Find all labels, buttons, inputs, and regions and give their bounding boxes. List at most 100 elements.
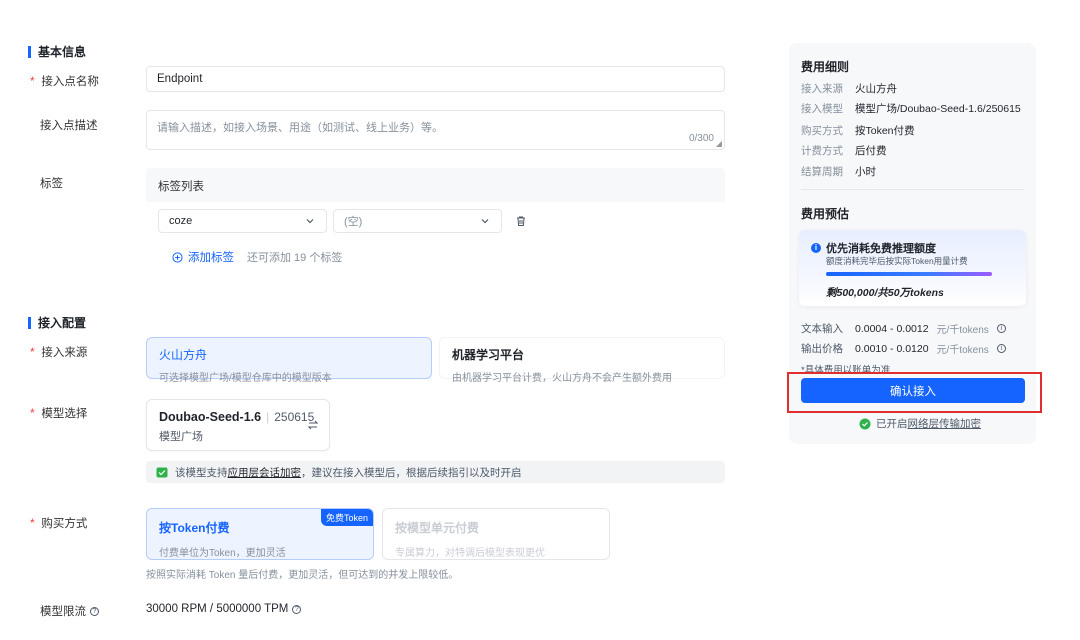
panel-divider <box>801 189 1024 190</box>
fee-row-key: 接入来源 <box>801 83 843 95</box>
info-icon[interactable]: i <box>996 324 1006 333</box>
model-source: 模型广场 <box>159 431 203 443</box>
highlight-box <box>787 372 1042 413</box>
endpoint-desc-label: 接入点描述 <box>40 120 98 132</box>
price-unit: 元/千tokens <box>936 325 989 336</box>
add-circle-icon[interactable] <box>172 251 183 263</box>
endpoint-name-input[interactable]: Endpoint <box>146 66 725 92</box>
resize-handle-icon[interactable]: ◢ <box>716 139 722 148</box>
estimate-title: 费用预估 <box>801 207 850 221</box>
purchase-option-desc: 专属算力，对特调后模型表现更优 <box>395 548 545 559</box>
tag-key-value: coze <box>169 215 193 227</box>
price-value: 0.0010 - 0.0120 <box>855 342 929 355</box>
source-option-desc: 由机器学习平台计费，火山方舟不会产生额外费用 <box>452 373 672 384</box>
config-section-title: 接入配置 <box>28 317 86 329</box>
fee-row-value: 模型广场/Doubao-Seed-1.6/250615 <box>855 103 1021 115</box>
fee-row-value: 后付费 <box>855 145 887 157</box>
model-title-row: Doubao-Seed-1.6 | 250615 <box>159 410 317 424</box>
encryption-status-text: 已开启 <box>876 418 908 430</box>
price-key: 输出价格 <box>801 343 843 355</box>
encryption-settings-link[interactable]: 网络层传输加密 <box>908 416 982 431</box>
fee-row-value: 火山方舟 <box>855 83 897 95</box>
free-token-badge: 免费Token <box>320 509 373 526</box>
ratelimit-value: 30000 RPM / 5000000 TPM <box>146 603 289 615</box>
notice-encryption-link[interactable]: 应用层会话加密 <box>228 465 302 480</box>
source-option-ark[interactable]: 火山方舟 可选择模型广场/模型仓库中的模型版本 <box>146 337 432 384</box>
model-name: Doubao-Seed-1.6 <box>159 410 262 424</box>
fee-row-key: 购买方式 <box>801 125 843 137</box>
price-row-output: 输出价格 0.0010 - 0.0120 元/千tokens i <box>801 341 1006 356</box>
shield-check-icon <box>156 467 168 477</box>
source-label-row: * 接入来源 <box>30 344 87 360</box>
chevron-down-icon <box>481 219 489 224</box>
source-option-title: 机器学习平台 <box>452 348 525 362</box>
promo-title: 优先消耗免费推理额度 <box>826 243 936 255</box>
free-quota-card: i 优先消耗免费推理额度 额度消耗完毕后按实际Token用量计费 剩500,00… <box>799 230 1026 306</box>
ratelimit-label-row: 模型限流 ? <box>40 603 99 619</box>
tags-list-title: 标签列表 <box>158 181 204 193</box>
tags-panel: 标签列表 coze (空) 添加标签 还可添加 19 个标签 <box>146 168 725 276</box>
purchase-note: 按照实际消耗 Token 量后付费，更加灵活，但可达到的并发上限较低。 <box>146 570 459 581</box>
fee-row-key: 接入模型 <box>801 103 843 115</box>
price-value: 0.0004 - 0.0012 <box>855 322 929 335</box>
shield-check-icon <box>859 418 871 429</box>
endpoint-desc-placeholder: 请输入描述，如接入场景、用途（如测试、线上业务）等。 <box>157 122 443 134</box>
price-key: 文本输入 <box>801 323 843 335</box>
model-separator: | <box>266 410 270 424</box>
endpoint-name-label: 接入点名称 <box>41 76 99 88</box>
notice-text-pre: 该模型支持 <box>175 466 228 479</box>
endpoint-name-value: Endpoint <box>157 73 203 85</box>
fees-title: 费用细则 <box>801 60 850 74</box>
price-row-input: 文本输入 0.0004 - 0.0012 元/千tokens i <box>801 321 1006 336</box>
model-label: 模型选择 <box>41 408 88 420</box>
fee-row-value: 按Token付费 <box>855 125 915 137</box>
promo-footer: 剩500,000/共50万tokens <box>826 287 944 299</box>
name-label-row: * 接入点名称 <box>30 73 99 89</box>
trash-icon[interactable] <box>515 215 527 227</box>
source-option-ml-platform[interactable]: 机器学习平台 由机器学习平台计费，火山方舟不会产生额外费用 <box>439 337 725 384</box>
add-tag-row: 添加标签 还可添加 19 个标签 <box>172 249 342 265</box>
source-option-title: 火山方舟 <box>159 348 208 362</box>
tag-value-select[interactable]: (空) <box>333 209 502 233</box>
add-tag-hint: 还可添加 19 个标签 <box>247 252 343 264</box>
model-label-row: * 模型选择 <box>30 405 87 421</box>
endpoint-desc-textarea[interactable]: 请输入描述，如接入场景、用途（如测试、线上业务）等。 0/300 ◢ <box>146 110 725 150</box>
purchase-option-title: 按模型单元付费 <box>395 521 480 535</box>
required-mark: * <box>30 406 35 420</box>
fee-row-value: 小时 <box>855 166 876 178</box>
ratelimit-row: 30000 RPM / 5000000 TPM ? <box>146 603 302 615</box>
required-mark: * <box>30 345 35 359</box>
chevron-down-icon <box>306 219 314 224</box>
tags-label: 标签 <box>40 178 63 190</box>
promo-subtitle: 额度消耗完毕后按实际Token用量计费 <box>826 256 968 266</box>
notice-text-post: ，建议在接入模型后，根据后续指引以及时开启 <box>301 466 522 479</box>
tag-key-select[interactable]: coze <box>158 209 327 233</box>
add-tag-link[interactable]: 添加标签 <box>188 249 234 265</box>
fee-row-key: 计费方式 <box>801 145 843 157</box>
purchase-label: 购买方式 <box>41 518 88 530</box>
quota-progress-fill <box>826 272 992 276</box>
required-mark: * <box>30 516 35 530</box>
encryption-notice: 该模型支持 应用层会话加密 ，建议在接入模型后，根据后续指引以及时开启 <box>146 461 725 483</box>
quota-progress-track <box>826 272 992 276</box>
tag-value-placeholder: (空) <box>344 216 363 228</box>
swap-icon[interactable] <box>307 419 319 431</box>
source-label: 接入来源 <box>41 347 88 359</box>
desc-char-counter: 0/300 <box>688 133 714 144</box>
basic-section-title: 基本信息 <box>28 46 86 58</box>
network-encryption-status: 已开启 网络层传输加密 <box>859 416 981 431</box>
fee-row-key: 结算周期 <box>801 166 843 178</box>
info-icon[interactable]: i <box>996 344 1006 353</box>
purchase-option-token[interactable]: 按Token付费 付费单位为Token，更加灵活 免费Token <box>146 508 374 560</box>
help-icon[interactable]: ? <box>292 604 302 614</box>
model-select-card[interactable]: Doubao-Seed-1.6 | 250615 模型广场 <box>146 399 330 451</box>
price-unit: 元/千tokens <box>936 345 989 356</box>
help-icon[interactable]: ? <box>90 606 99 616</box>
source-option-desc: 可选择模型广场/模型仓库中的模型版本 <box>159 373 332 384</box>
info-icon: i <box>811 243 821 253</box>
required-mark: * <box>30 74 35 88</box>
purchase-option-desc: 付费单位为Token，更加灵活 <box>159 548 286 559</box>
promo-title-row: i 优先消耗免费推理额度 <box>811 240 936 256</box>
purchase-label-row: * 购买方式 <box>30 515 87 531</box>
purchase-option-model-unit[interactable]: 按模型单元付费 专属算力，对特调后模型表现更优 <box>382 508 610 560</box>
